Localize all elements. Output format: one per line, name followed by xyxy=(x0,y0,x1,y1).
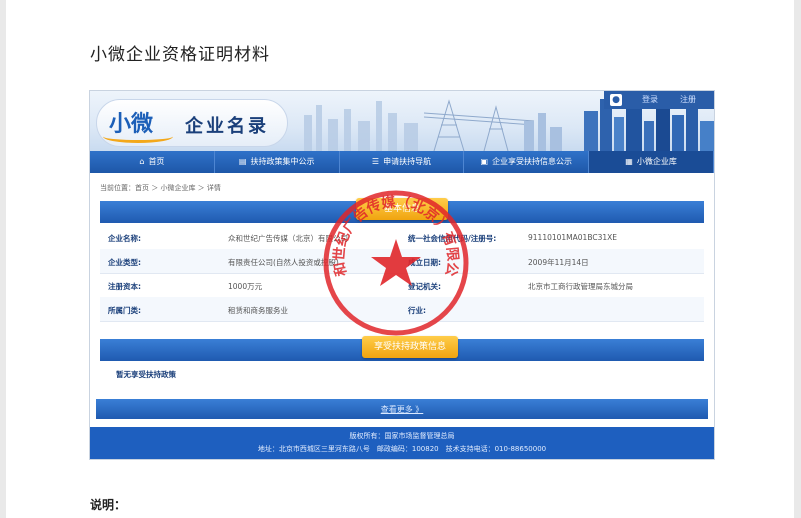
site-logo[interactable]: 小微 企业名录 xyxy=(96,99,288,147)
policy-info-header: 享受扶持政策信息 xyxy=(100,336,704,361)
home-icon: ⌂ xyxy=(139,157,145,166)
logo-swoosh xyxy=(103,130,173,143)
category-value: 租赁和商务服务业 xyxy=(228,306,288,315)
document-title: 小微企业资格证明材料 xyxy=(90,45,270,65)
credit-code-value: 91110101MA01BC31XE xyxy=(528,233,617,242)
document-icon: ▣ xyxy=(480,157,489,166)
capital-label: 注册资本: xyxy=(108,282,141,291)
note-label: 说明： xyxy=(90,498,127,512)
nav-item-home[interactable]: ⌂ 首页 xyxy=(90,151,215,173)
founded-date-value: 2009年11月14日 xyxy=(528,258,589,267)
nav-item-support-info[interactable]: ▣ 企业享受扶持信息公示 xyxy=(464,151,590,173)
register-link[interactable]: 注册 xyxy=(680,94,696,105)
company-name-label: 企业名称: xyxy=(108,234,141,243)
more-bar: 查看更多 》 xyxy=(96,399,708,419)
view-more-link[interactable]: 查看更多 》 xyxy=(96,404,708,415)
site-banner: 小微 企业名录 ● 登录 注册 xyxy=(90,91,714,151)
seal-star-icon xyxy=(371,239,421,286)
user-icon[interactable]: ● xyxy=(610,94,622,106)
category-label: 所属门类: xyxy=(108,306,141,315)
site-footer: 版权所有：国家市场监督管理总局 地址：北京市西城区三里河东路八号 邮政编码：10… xyxy=(90,427,714,459)
book-icon: ▤ xyxy=(238,157,247,166)
website-screenshot: 小微 企业名录 ● 登录 注册 ⌂ 首页 ▤ 扶持政策集中公示 ☰ 申请扶持导航 ▣ 企… xyxy=(89,90,715,460)
capital-value: 1000万元 xyxy=(228,282,263,291)
nav-item-guide[interactable]: ☰ 申请扶持导航 xyxy=(340,151,465,173)
nav-item-policy[interactable]: ▤ 扶持政策集中公示 xyxy=(215,151,340,173)
footer-address: 地址：北京市西城区三里河东路八号 邮政编码：100820 技术支持电话：010-… xyxy=(257,445,547,453)
database-icon: ▦ xyxy=(625,157,633,166)
policy-info-tab[interactable]: 享受扶持政策信息 xyxy=(362,336,458,358)
document-page: 小微企业资格证明材料 小微 企业名录 ● 登录 注册 ⌂ 首页 ▤ 扶持政策集中… xyxy=(6,0,794,518)
login-link[interactable]: 登录 xyxy=(642,94,658,105)
nav-item-sme-library[interactable]: ▦ 小微企业库 xyxy=(589,151,714,173)
logo-text: 企业名录 xyxy=(185,116,269,137)
policy-empty-text: 暂无享受扶持政策 xyxy=(116,370,176,379)
registry-value: 北京市工商行政管理局东城分局 xyxy=(528,282,633,291)
breadcrumb: 当前位置：首页 ＞ 小微企业库 ＞ 详情 xyxy=(100,184,221,192)
main-nav: ⌂ 首页 ▤ 扶持政策集中公示 ☰ 申请扶持导航 ▣ 企业享受扶持信息公示 ▦ 小微企业库 xyxy=(90,151,714,173)
footer-copyright: 版权所有：国家市场监督管理总局 xyxy=(349,432,455,440)
list-icon: ☰ xyxy=(371,157,380,166)
company-seal: 众和世纪广告传媒（北京）有限公司 xyxy=(320,187,469,336)
company-type-label: 企业类型: xyxy=(108,258,141,267)
user-bar: ● 登录 注册 xyxy=(604,91,714,109)
